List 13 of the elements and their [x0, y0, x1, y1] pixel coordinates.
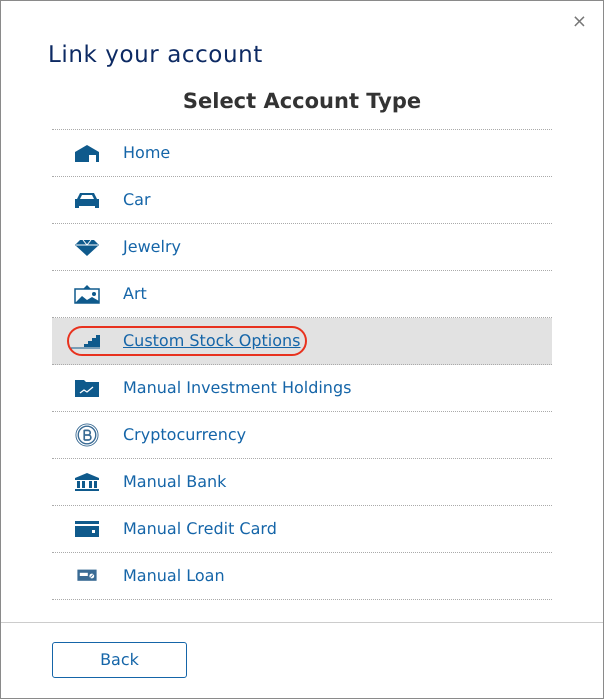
- account-type-row[interactable]: Car: [52, 177, 552, 224]
- account-type-row[interactable]: Manual Credit Card: [52, 506, 552, 553]
- account-type-row[interactable]: Custom Stock Options: [52, 318, 552, 365]
- account-type-row[interactable]: Manual Loan: [52, 553, 552, 600]
- account-type-row[interactable]: Cryptocurrency: [52, 412, 552, 459]
- back-button[interactable]: Back: [52, 642, 187, 678]
- dialog-subtitle: Select Account Type: [182, 88, 422, 114]
- account-type-row[interactable]: Manual Bank: [52, 459, 552, 506]
- account-type-row[interactable]: Home: [52, 130, 552, 177]
- close-button[interactable]: ×: [572, 13, 587, 31]
- account-type-row[interactable]: Manual Investment Holdings: [52, 365, 552, 412]
- account-type-row[interactable]: Jewelry: [52, 224, 552, 271]
- dialog-title: Link your account: [48, 41, 263, 70]
